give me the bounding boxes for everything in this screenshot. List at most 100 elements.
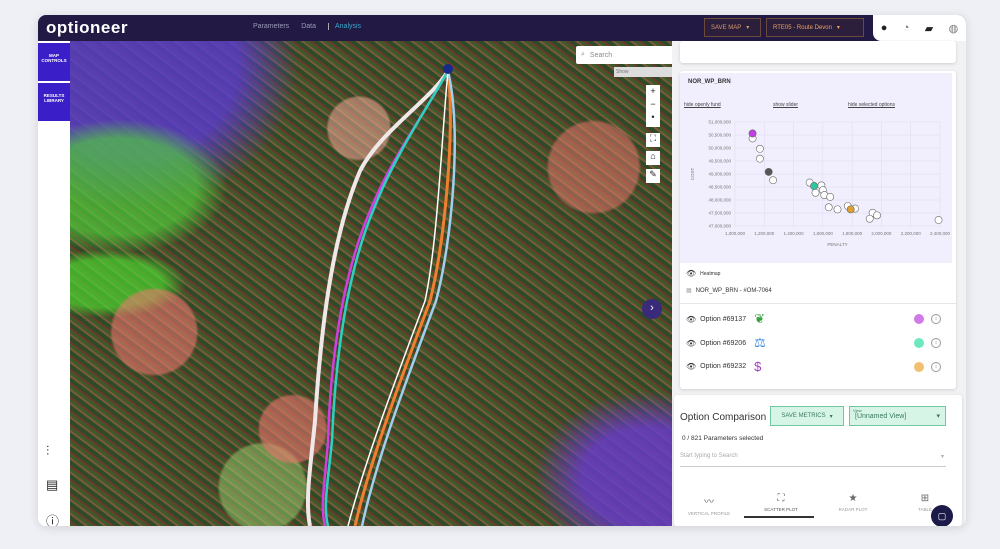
info-icon[interactable]: ⓘ [46, 511, 59, 526]
y-axis-label: COST [690, 168, 695, 181]
scatter-point[interactable] [865, 214, 874, 223]
scatter-point[interactable] [810, 182, 818, 190]
project-value: RTE05 - Route Devon [773, 24, 832, 31]
expand-panel-button[interactable]: › [642, 299, 662, 319]
eye-icon: 👁 [686, 269, 697, 278]
save-metrics-button[interactable]: SAVE METRICS ▾ [770, 406, 844, 426]
zoom-in-button[interactable]: + [646, 85, 660, 98]
comparison-card: Option Comparison SAVE METRICS ▾ [Unnamed… [674, 395, 962, 526]
results-library-button[interactable]: RESULTS LIBRARY [38, 83, 70, 121]
option-label: Option #69137 [700, 315, 747, 323]
scatter-point[interactable] [826, 192, 835, 201]
dataset-icon: ▦ [686, 288, 692, 294]
map-view[interactable]: ⌕ Search Show + − • ⛶ ⌂ ✎ › [70, 41, 694, 526]
x-tick-label: 1,600,000 [813, 231, 834, 236]
scatter-point[interactable] [934, 216, 943, 224]
zoom-out-button[interactable]: − [646, 98, 660, 111]
info-icon[interactable]: i [931, 362, 941, 372]
chat-support-button[interactable]: ▢ [931, 505, 953, 526]
option-label: Option #69206 [700, 339, 747, 347]
tab-label: SCATTER PLOT [764, 507, 798, 512]
x-tick-label: 2,400,000 [930, 231, 951, 236]
option-row[interactable]: 👁 Option #69137 ❦ [686, 311, 765, 327]
scatter-point[interactable] [755, 154, 764, 163]
x-tick-label: 2,000,000 [871, 231, 892, 236]
balance-scale-icon: ⚖ [754, 335, 766, 350]
params-selected: 0 / 821 Parameters selected [682, 435, 764, 442]
dollar-icon: $ [754, 359, 762, 374]
option-label: Option #69232 [700, 363, 747, 370]
active-tab-indicator [744, 516, 814, 518]
tab-scatter-plot[interactable]: ⛶ SCATTER PLOT [746, 493, 816, 512]
option-color-swatch[interactable] [914, 362, 924, 372]
scatter-point[interactable] [873, 211, 881, 220]
caret-down-icon: ▾ [746, 25, 750, 31]
eye-icon[interactable]: 👁 [686, 315, 696, 324]
x-tick-label: 1,000,000 [725, 231, 746, 236]
chat-icon[interactable]: ▤ [46, 477, 58, 493]
save-map-label: SAVE MAP [711, 24, 742, 31]
heatmap-toggle[interactable]: 👁 Heatmap [686, 269, 720, 278]
tab-radar-plot[interactable]: ★ RADAR PLOT [818, 493, 888, 512]
y-tick-label: 48,500,000 [708, 185, 731, 190]
y-tick-label: 50,500,000 [708, 133, 731, 138]
view-select[interactable]: [Unnamed View] ▾ View [849, 406, 946, 426]
scatter-point[interactable] [764, 168, 773, 176]
eye-icon[interactable]: 👁 [686, 362, 696, 371]
account-icon[interactable]: ◍ [949, 22, 959, 35]
app-window: optioneer Parameters Data Analysis SAVE … [38, 15, 966, 526]
nav-parameters[interactable]: Parameters [253, 23, 289, 30]
y-tick-label: 47,500,000 [708, 211, 731, 216]
comparison-title: Option Comparison [680, 412, 767, 423]
help-icon[interactable]: ● [881, 22, 888, 34]
leaf-icon: ❦ [754, 311, 765, 326]
save-metrics-label: SAVE METRICS [781, 413, 826, 419]
scatter-point[interactable] [846, 205, 855, 214]
search-placeholder: Search [589, 51, 613, 59]
top-bar: optioneer Parameters Data Analysis SAVE … [38, 15, 966, 41]
tab-icon: ★ [848, 493, 858, 504]
scatter-point[interactable] [811, 188, 820, 197]
nav-analysis[interactable]: Analysis [327, 23, 361, 30]
save-map-button[interactable]: SAVE MAP ▾ [704, 18, 761, 37]
scatter-point[interactable] [833, 205, 842, 214]
project-select[interactable]: RTE05 - Route Devon ▾ [766, 18, 864, 37]
y-tick-label: 49,000,000 [708, 172, 731, 177]
info-icon[interactable]: i [931, 314, 941, 324]
caret-down-icon: ▾ [829, 413, 833, 420]
map-controls-button[interactable]: MAP CONTROLS [38, 43, 70, 81]
y-tick-label: 50,000,000 [708, 146, 731, 151]
compass-button[interactable]: • [646, 111, 660, 124]
dataset-row: ▦ NOR_WP_BRN - #OM-7064 [686, 287, 772, 295]
tab-label: VERTICAL PROFILE [687, 511, 731, 516]
scatter-point[interactable] [755, 144, 764, 153]
speedometer-icon[interactable]: ◔ [903, 22, 910, 34]
top-card [680, 41, 956, 63]
main-nav: Parameters Data Analysis [253, 23, 361, 30]
scatter-plot-svg[interactable]: 1,000,000 1,200,000 1,400,000 1,600,000 1,80… [680, 73, 952, 263]
left-sidebar: MAP CONTROLS RESULTS LIBRARY ⫶ ▤ ⓘ [38, 41, 70, 526]
route-origin-marker [443, 64, 453, 74]
scatter-point[interactable] [748, 129, 757, 138]
x-tick-label: 1,400,000 [784, 231, 805, 236]
home-icon[interactable]: ⌂ [646, 151, 660, 165]
option-color-swatch[interactable] [914, 338, 924, 348]
option-row[interactable]: 👁 Option #69206 ⚖ [686, 335, 766, 351]
scatter-point[interactable] [769, 176, 777, 185]
eye-icon[interactable]: 👁 [686, 339, 696, 348]
fullscreen-icon[interactable]: ⛶ [646, 133, 660, 147]
tab-vertical-profile[interactable]: 〰 VERTICAL PROFILE [674, 493, 744, 516]
divider [680, 303, 956, 304]
option-color-swatch[interactable] [914, 314, 924, 324]
y-tick-label: 47,000,000 [708, 224, 731, 229]
layers-icon[interactable]: ⫶ [46, 443, 49, 459]
feedback-icon[interactable]: ▰ [925, 22, 933, 35]
route-lines [305, 64, 456, 526]
scatter-point[interactable] [824, 203, 833, 212]
option-row[interactable]: 👁 Option #69232 $ [686, 359, 761, 374]
nav-data[interactable]: Data [301, 23, 316, 30]
header-icons: ● ◔ ▰ ◍ [873, 15, 966, 41]
draw-icon[interactable]: ✎ [646, 169, 660, 183]
parameter-search-input[interactable]: Start typing to Search ▾ [680, 453, 946, 467]
info-icon[interactable]: i [931, 338, 941, 348]
